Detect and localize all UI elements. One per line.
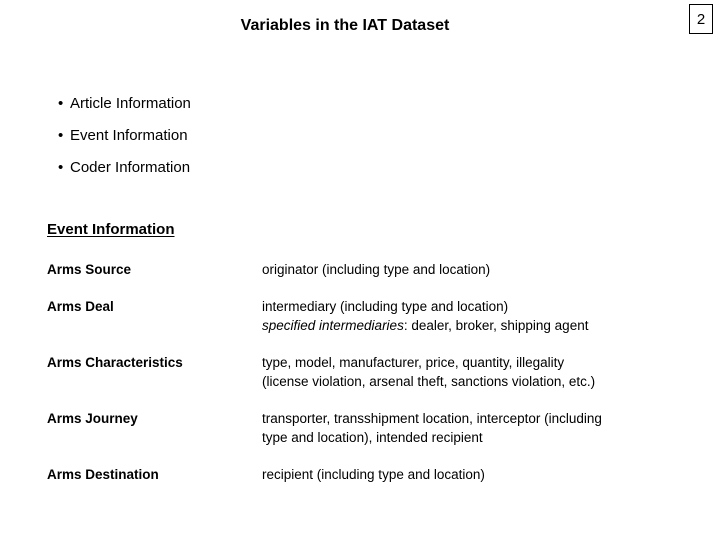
table-row: Arms Journey transporter, transshipment … bbox=[47, 409, 672, 447]
bullet-label: Coder Information bbox=[70, 159, 191, 176]
overview-bullet-list: • Article Information • Event Information … bbox=[58, 88, 191, 184]
definition-line-rest: : dealer, broker, shipping agent bbox=[403, 318, 589, 333]
variable-definition: recipient (including type and location) bbox=[262, 465, 672, 484]
definition-line: recipient (including type and location) bbox=[262, 467, 485, 482]
bullet-label: Article Information bbox=[70, 95, 191, 112]
table-row: Arms Source originator (including type a… bbox=[47, 260, 672, 279]
row-spacer bbox=[47, 279, 672, 297]
definition-line: (license violation, arsenal theft, sanct… bbox=[262, 374, 596, 389]
table-row: Arms Characteristics type, model, manufa… bbox=[47, 353, 672, 391]
bullet-label: Event Information bbox=[70, 127, 188, 144]
row-spacer bbox=[47, 447, 672, 465]
variable-term: Arms Journey bbox=[47, 411, 138, 426]
section-heading: Event Information bbox=[47, 221, 175, 238]
variable-definition: intermediary (including type and locatio… bbox=[262, 297, 672, 335]
slide-canvas: 2 Variables in the IAT Dataset • Article … bbox=[0, 0, 720, 540]
list-item: • Coder Information bbox=[58, 152, 191, 184]
definition-line: specified intermediaries: dealer, broker… bbox=[262, 316, 672, 335]
definition-line: type, model, manufacturer, price, quanti… bbox=[262, 355, 565, 370]
variable-term: Arms Source bbox=[47, 262, 132, 277]
variable-term: Arms Destination bbox=[47, 467, 159, 482]
variable-definition: transporter, transshipment location, int… bbox=[262, 409, 672, 447]
table-row: Arms Deal intermediary (including type a… bbox=[47, 297, 672, 335]
bullet-icon: • bbox=[58, 159, 64, 176]
row-spacer bbox=[47, 335, 672, 353]
list-item: • Article Information bbox=[58, 88, 191, 120]
variable-definition: originator (including type and location) bbox=[262, 260, 672, 279]
variable-term: Arms Deal bbox=[47, 299, 114, 314]
definition-emphasis: specified intermediaries bbox=[262, 318, 404, 333]
variable-definition: type, model, manufacturer, price, quanti… bbox=[262, 353, 672, 391]
definition-line: type and location), intended recipient bbox=[262, 430, 483, 445]
definition-line: intermediary (including type and locatio… bbox=[262, 299, 509, 314]
definition-line: originator (including type and location) bbox=[262, 262, 491, 277]
definition-line: transporter, transshipment location, int… bbox=[262, 411, 602, 426]
variable-term: Arms Characteristics bbox=[47, 355, 183, 370]
variable-definition-table: Arms Source originator (including type a… bbox=[47, 260, 672, 484]
bullet-icon: • bbox=[58, 95, 64, 112]
page-number-label: 2 bbox=[696, 10, 706, 28]
page-title: Variables in the IAT Dataset bbox=[240, 17, 450, 34]
list-item: • Event Information bbox=[58, 120, 191, 152]
table-row: Arms Destination recipient (including ty… bbox=[47, 465, 672, 484]
row-spacer bbox=[47, 391, 672, 409]
bullet-icon: • bbox=[58, 127, 64, 144]
page-number-box: 2 bbox=[689, 4, 713, 34]
